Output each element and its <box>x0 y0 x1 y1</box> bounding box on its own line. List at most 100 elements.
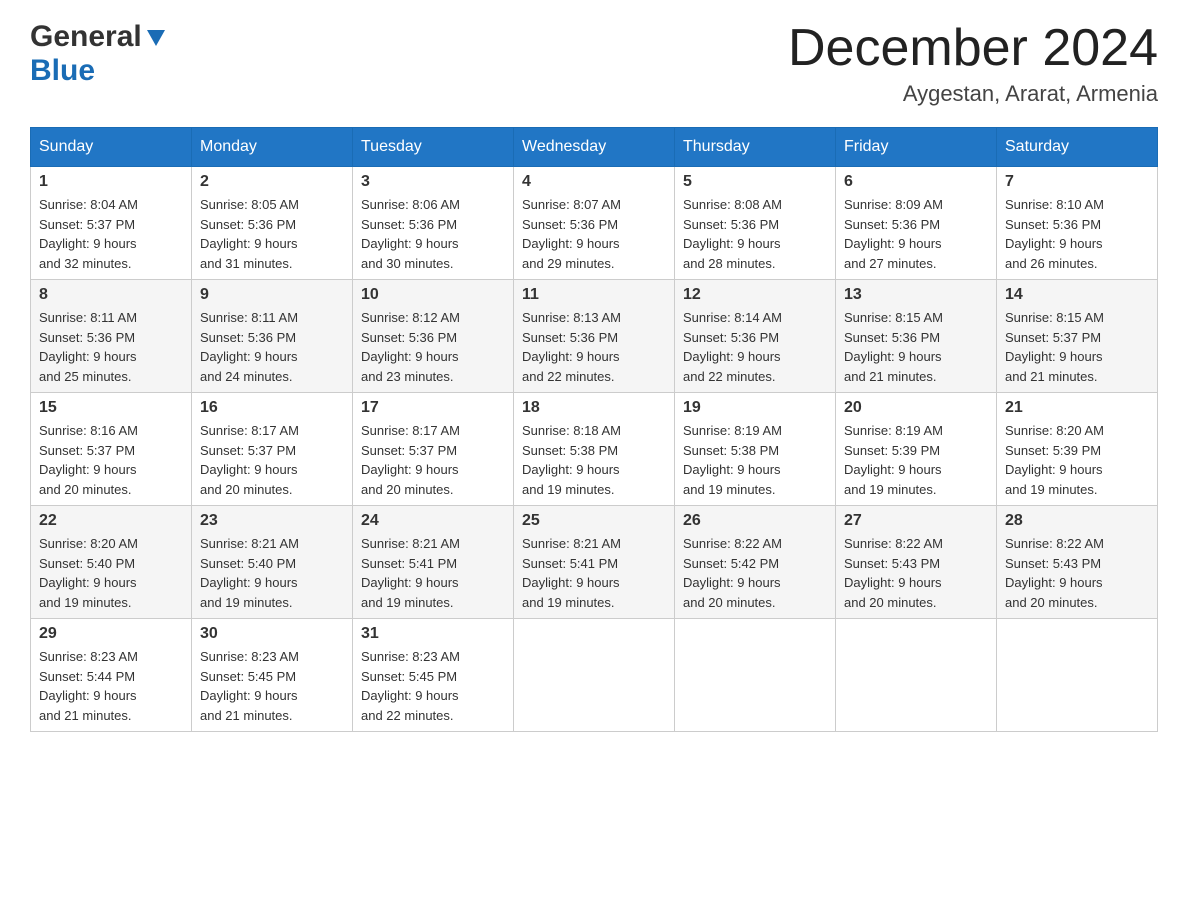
day-info: Sunrise: 8:08 AMSunset: 5:36 PMDaylight:… <box>683 195 827 273</box>
table-row: 9 Sunrise: 8:11 AMSunset: 5:36 PMDaylight… <box>192 280 353 393</box>
day-info: Sunrise: 8:20 AMSunset: 5:40 PMDaylight:… <box>39 534 183 612</box>
day-info: Sunrise: 8:07 AMSunset: 5:36 PMDaylight:… <box>522 195 666 273</box>
col-thursday: Thursday <box>675 128 836 167</box>
day-info: Sunrise: 8:11 AMSunset: 5:36 PMDaylight:… <box>200 308 344 386</box>
day-info: Sunrise: 8:19 AMSunset: 5:39 PMDaylight:… <box>844 421 988 499</box>
table-row: 19 Sunrise: 8:19 AMSunset: 5:38 PMDayligh… <box>675 393 836 506</box>
table-row: 15 Sunrise: 8:16 AMSunset: 5:37 PMDayligh… <box>31 393 192 506</box>
day-info: Sunrise: 8:16 AMSunset: 5:37 PMDaylight:… <box>39 421 183 499</box>
table-row: 30 Sunrise: 8:23 AMSunset: 5:45 PMDayligh… <box>192 619 353 732</box>
logo-general-text: General <box>30 20 142 54</box>
page-title: December 2024 <box>788 20 1158 77</box>
day-number: 29 <box>39 625 183 643</box>
table-row: 16Sunrise: 8:17 AMSunset: 5:37 PMDayligh… <box>192 393 353 506</box>
day-number: 18 <box>522 399 666 417</box>
day-number: 16 <box>200 399 344 417</box>
day-number: 24 <box>361 512 505 530</box>
table-row: 6Sunrise: 8:09 AMSunset: 5:36 PMDaylight… <box>836 167 997 280</box>
table-row: 25 Sunrise: 8:21 AMSunset: 5:41 PMDayligh… <box>514 506 675 619</box>
day-number: 10 <box>361 286 505 304</box>
table-row: 23 Sunrise: 8:21 AMSunset: 5:40 PMDayligh… <box>192 506 353 619</box>
day-info: Sunrise: 8:23 AMSunset: 5:45 PMDaylight:… <box>361 647 505 725</box>
table-row: 7Sunrise: 8:10 AMSunset: 5:36 PMDaylight… <box>997 167 1158 280</box>
calendar-table: Sunday Monday Tuesday Wednesday Thursday… <box>30 127 1158 732</box>
table-row: 8 Sunrise: 8:11 AMSunset: 5:36 PMDaylight… <box>31 280 192 393</box>
day-number: 25 <box>522 512 666 530</box>
table-row: 4 Sunrise: 8:07 AMSunset: 5:36 PMDaylight… <box>514 167 675 280</box>
day-number: 12 <box>683 286 827 304</box>
day-info: Sunrise: 8:21 AMSunset: 5:40 PMDaylight:… <box>200 534 344 612</box>
logo: General Blue <box>30 20 167 88</box>
table-row: 13 Sunrise: 8:15 AMSunset: 5:36 PMDayligh… <box>836 280 997 393</box>
table-row <box>514 619 675 732</box>
table-row: 1Sunrise: 8:04 AMSunset: 5:37 PMDaylight… <box>31 167 192 280</box>
day-number: 17 <box>361 399 505 417</box>
day-number: 28 <box>1005 512 1149 530</box>
logo-arrow-icon <box>145 26 167 48</box>
table-row: 21Sunrise: 8:20 AMSunset: 5:39 PMDayligh… <box>997 393 1158 506</box>
table-row: 29Sunrise: 8:23 AMSunset: 5:44 PMDayligh… <box>31 619 192 732</box>
day-number: 2 <box>200 173 344 191</box>
day-info: Sunrise: 8:06 AMSunset: 5:36 PMDaylight:… <box>361 195 505 273</box>
calendar-week-row: 22Sunrise: 8:20 AMSunset: 5:40 PMDayligh… <box>31 506 1158 619</box>
table-row <box>675 619 836 732</box>
table-row: 27Sunrise: 8:22 AMSunset: 5:43 PMDayligh… <box>836 506 997 619</box>
day-info: Sunrise: 8:11 AMSunset: 5:36 PMDaylight:… <box>39 308 183 386</box>
calendar-week-row: 1Sunrise: 8:04 AMSunset: 5:37 PMDaylight… <box>31 167 1158 280</box>
table-row: 20Sunrise: 8:19 AMSunset: 5:39 PMDayligh… <box>836 393 997 506</box>
table-row: 28 Sunrise: 8:22 AMSunset: 5:43 PMDayligh… <box>997 506 1158 619</box>
day-info: Sunrise: 8:22 AMSunset: 5:43 PMDaylight:… <box>1005 534 1149 612</box>
col-saturday: Saturday <box>997 128 1158 167</box>
day-number: 5 <box>683 173 827 191</box>
day-info: Sunrise: 8:09 AMSunset: 5:36 PMDaylight:… <box>844 195 988 273</box>
day-number: 4 <box>522 173 666 191</box>
table-row: 17 Sunrise: 8:17 AMSunset: 5:37 PMDayligh… <box>353 393 514 506</box>
table-row: 31 Sunrise: 8:23 AMSunset: 5:45 PMDayligh… <box>353 619 514 732</box>
day-info: Sunrise: 8:12 AMSunset: 5:36 PMDaylight:… <box>361 308 505 386</box>
day-number: 26 <box>683 512 827 530</box>
day-number: 30 <box>200 625 344 643</box>
day-number: 8 <box>39 286 183 304</box>
day-info: Sunrise: 8:23 AMSunset: 5:45 PMDaylight:… <box>200 647 344 725</box>
col-sunday: Sunday <box>31 128 192 167</box>
col-friday: Friday <box>836 128 997 167</box>
table-row <box>997 619 1158 732</box>
col-wednesday: Wednesday <box>514 128 675 167</box>
day-number: 1 <box>39 173 183 191</box>
day-info: Sunrise: 8:15 AMSunset: 5:36 PMDaylight:… <box>844 308 988 386</box>
table-row: 18Sunrise: 8:18 AMSunset: 5:38 PMDayligh… <box>514 393 675 506</box>
day-number: 3 <box>361 173 505 191</box>
table-row: 2 Sunrise: 8:05 AMSunset: 5:36 PMDaylight… <box>192 167 353 280</box>
col-monday: Monday <box>192 128 353 167</box>
day-info: Sunrise: 8:22 AMSunset: 5:43 PMDaylight:… <box>844 534 988 612</box>
day-info: Sunrise: 8:10 AMSunset: 5:36 PMDaylight:… <box>1005 195 1149 273</box>
day-number: 9 <box>200 286 344 304</box>
day-number: 23 <box>200 512 344 530</box>
table-row: 22Sunrise: 8:20 AMSunset: 5:40 PMDayligh… <box>31 506 192 619</box>
day-info: Sunrise: 8:21 AMSunset: 5:41 PMDaylight:… <box>522 534 666 612</box>
day-number: 31 <box>361 625 505 643</box>
day-info: Sunrise: 8:21 AMSunset: 5:41 PMDaylight:… <box>361 534 505 612</box>
col-tuesday: Tuesday <box>353 128 514 167</box>
day-info: Sunrise: 8:13 AMSunset: 5:36 PMDaylight:… <box>522 308 666 386</box>
page-header: General Blue December 2024 Aygestan, Ara… <box>30 20 1158 107</box>
day-number: 19 <box>683 399 827 417</box>
day-number: 15 <box>39 399 183 417</box>
day-number: 21 <box>1005 399 1149 417</box>
page-subtitle: Aygestan, Ararat, Armenia <box>788 81 1158 107</box>
day-info: Sunrise: 8:05 AMSunset: 5:36 PMDaylight:… <box>200 195 344 273</box>
table-row: 10 Sunrise: 8:12 AMSunset: 5:36 PMDayligh… <box>353 280 514 393</box>
calendar-header-row: Sunday Monday Tuesday Wednesday Thursday… <box>31 128 1158 167</box>
day-number: 14 <box>1005 286 1149 304</box>
calendar-week-row: 8 Sunrise: 8:11 AMSunset: 5:36 PMDaylight… <box>31 280 1158 393</box>
day-info: Sunrise: 8:19 AMSunset: 5:38 PMDaylight:… <box>683 421 827 499</box>
table-row: 5 Sunrise: 8:08 AMSunset: 5:36 PMDaylight… <box>675 167 836 280</box>
day-info: Sunrise: 8:22 AMSunset: 5:42 PMDaylight:… <box>683 534 827 612</box>
table-row: 26 Sunrise: 8:22 AMSunset: 5:42 PMDayligh… <box>675 506 836 619</box>
table-row: 3 Sunrise: 8:06 AMSunset: 5:36 PMDaylight… <box>353 167 514 280</box>
day-info: Sunrise: 8:15 AMSunset: 5:37 PMDaylight:… <box>1005 308 1149 386</box>
logo-blue-text: Blue <box>30 54 95 88</box>
title-section: December 2024 Aygestan, Ararat, Armenia <box>788 20 1158 107</box>
day-info: Sunrise: 8:17 AMSunset: 5:37 PMDaylight:… <box>361 421 505 499</box>
day-number: 13 <box>844 286 988 304</box>
